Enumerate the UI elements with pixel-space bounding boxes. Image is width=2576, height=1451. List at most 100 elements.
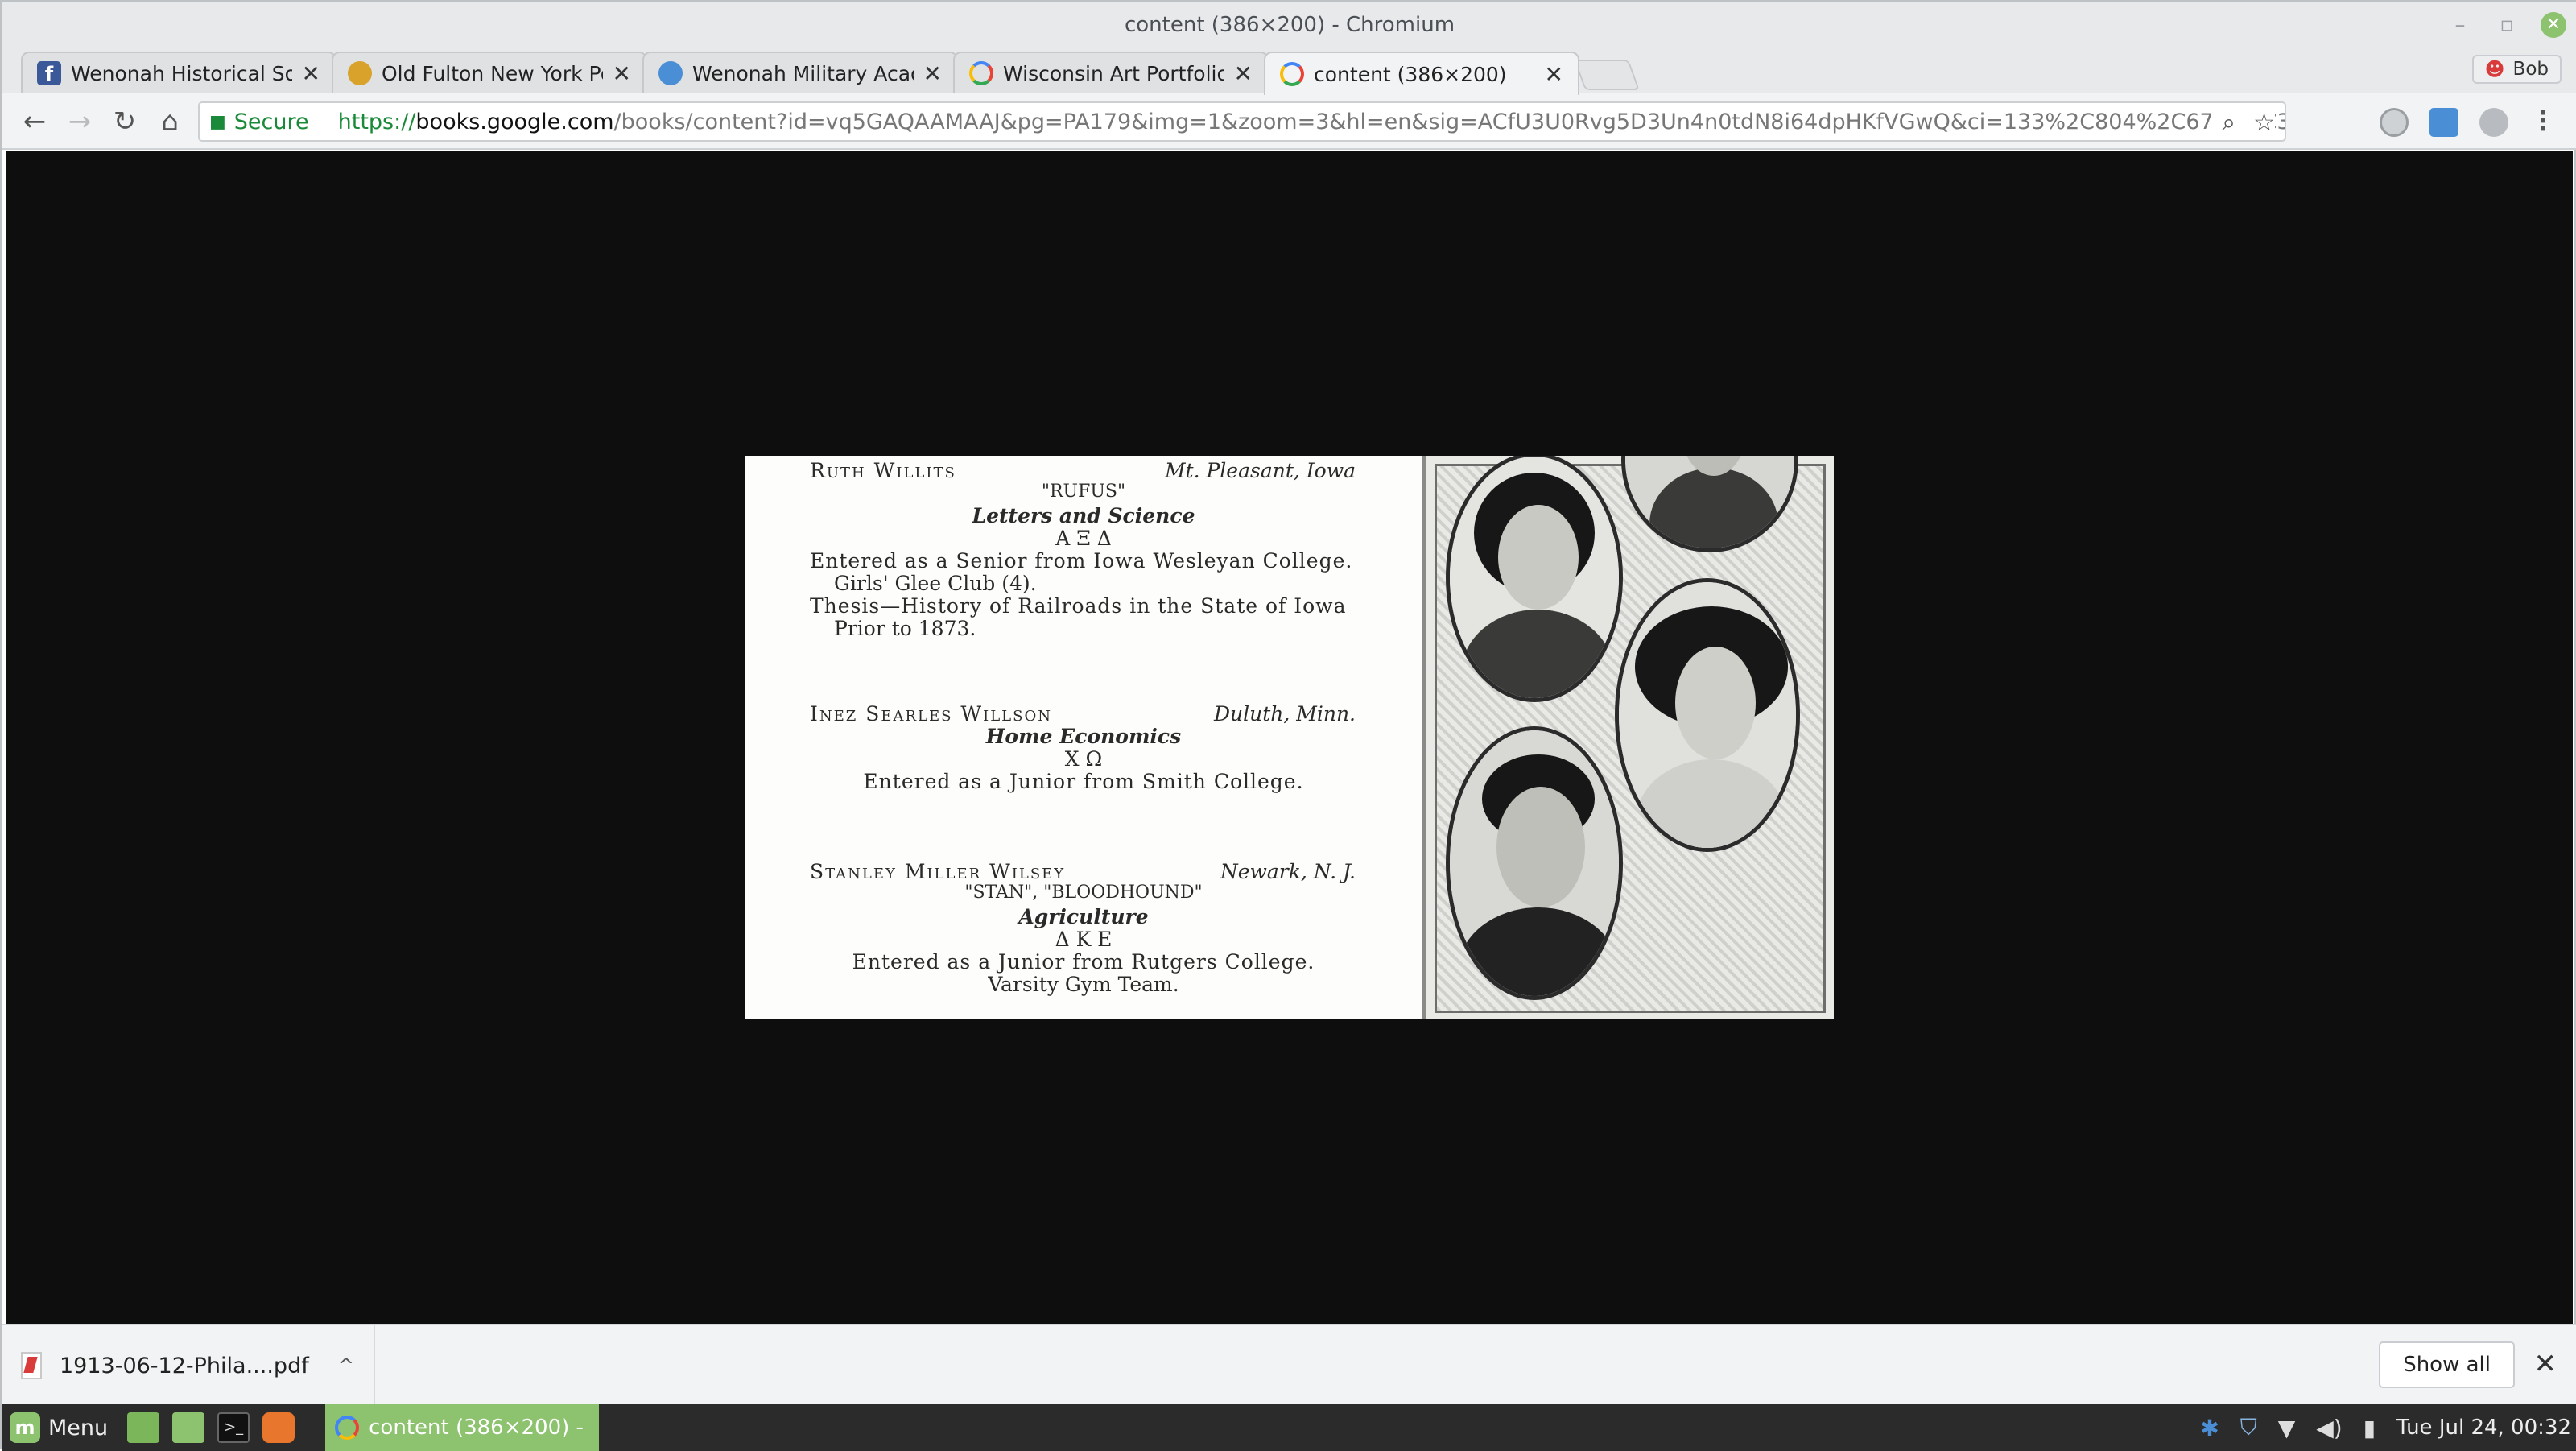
- entry-line: Varsity Gym Team.: [988, 973, 1179, 996]
- title-bar: content (386×200) - Chromium – ▫ ✕: [2, 2, 2576, 48]
- entry-course: Agriculture: [1018, 905, 1149, 928]
- entry-hometown: Duluth, Minn.: [1213, 702, 1356, 726]
- reload-button[interactable]: ↻: [108, 105, 142, 138]
- download-bar: 1913-06-12-Phila....pdf ^ Show all ✕: [2, 1324, 2576, 1406]
- taskbar-window-chromium[interactable]: content (386×200) - Chr...: [325, 1404, 600, 1451]
- toolbar: ← → ↻ ⌂ ■ Secure https:// books.google.c…: [2, 93, 2576, 150]
- clock[interactable]: Tue Jul 24, 00:32: [2396, 1416, 2571, 1440]
- entry-line: Prior to 1873.: [834, 617, 976, 640]
- profile-button[interactable]: ☻ Bob: [2471, 55, 2562, 84]
- tab-wenonah-historical[interactable]: f Wenonah Historical Soc ✕: [21, 52, 336, 93]
- browser-window: content (386×200) - Chromium – ▫ ✕ f Wen…: [0, 0, 2576, 1451]
- close-tab-icon[interactable]: ✕: [1545, 61, 1563, 88]
- bluetooth-icon[interactable]: ✱: [2200, 1415, 2219, 1441]
- files-icon[interactable]: [172, 1412, 205, 1443]
- home-button[interactable]: ⌂: [153, 105, 187, 138]
- entry-nickname: "STAN", "BLOODHOUND": [964, 883, 1203, 903]
- download-options-button[interactable]: ^: [338, 1354, 354, 1377]
- entry-nickname: "RUFUS": [1041, 482, 1126, 502]
- tab-label: Wenonah Military Acad: [692, 61, 914, 85]
- close-tab-icon[interactable]: ✕: [613, 60, 631, 87]
- tab-label: content (386×200): [1314, 62, 1507, 86]
- entry-line: Entered as a Senior from Iowa Wesleyan C…: [810, 549, 1353, 573]
- entry-fraternity: Α Ξ Δ: [1055, 527, 1112, 550]
- battery-icon[interactable]: ▮: [2363, 1415, 2376, 1441]
- tab-wisconsin-art[interactable]: Wisconsin Art Portfolio ✕: [953, 52, 1269, 93]
- entry-hometown: Mt. Pleasant, Iowa: [1164, 459, 1356, 482]
- google-icon: [1280, 62, 1304, 86]
- tab-label: Wisconsin Art Portfolio: [1003, 61, 1224, 85]
- system-tray: ✱ ⛉ ▼ ◀) ▮ Tue Jul 24, 00:32: [2200, 1404, 2571, 1451]
- volume-icon[interactable]: ◀): [2316, 1415, 2342, 1441]
- profile-name: Bob: [2512, 59, 2549, 80]
- url-scheme: https://: [337, 109, 416, 134]
- portrait-photo: [1446, 726, 1623, 1000]
- yearbook-text: Ruth Willits Mt. Pleasant, Iowa "RUFUS" …: [745, 456, 1422, 1019]
- tab-strip: f Wenonah Historical Soc ✕ Old Fulton Ne…: [2, 48, 2576, 95]
- globe-icon: [658, 61, 683, 85]
- firefox-icon[interactable]: [262, 1412, 295, 1443]
- tab-wenonah-military[interactable]: Wenonah Military Acad ✕: [642, 52, 958, 93]
- entry-line: Thesis—History of Railroads in the State…: [810, 594, 1347, 618]
- close-tab-icon[interactable]: ✕: [302, 60, 320, 87]
- close-tab-icon[interactable]: ✕: [923, 60, 942, 87]
- portrait-photo: [1446, 456, 1623, 702]
- portrait-photo: [1615, 578, 1800, 852]
- entry-name: Stanley Miller Wilsey: [810, 860, 1066, 883]
- bookmark-star-icon[interactable]: ☆: [2253, 109, 2275, 137]
- entry-course: Home Economics: [985, 725, 1182, 748]
- address-bar[interactable]: ■ Secure https:// books.google.com /book…: [198, 101, 2286, 142]
- secure-label: Secure: [233, 109, 309, 134]
- close-window-button[interactable]: ✕: [2541, 12, 2566, 38]
- wifi-icon[interactable]: ▼: [2278, 1415, 2296, 1441]
- shield-icon[interactable]: ⛉: [2240, 1414, 2257, 1441]
- entry-name: Inez Searles Willson: [810, 702, 1052, 726]
- profile-icon: ☻: [2484, 58, 2505, 81]
- entry-line: Entered as a Junior from Rutgers College…: [852, 950, 1315, 974]
- menu-label: Menu: [48, 1415, 109, 1441]
- window-title: content (386×200) - Chromium: [1124, 13, 1455, 37]
- mint-logo-icon: m: [10, 1412, 40, 1443]
- entry-hometown: Newark, N. J.: [1220, 860, 1356, 883]
- extension-icon[interactable]: [2429, 108, 2458, 137]
- url-path: /books/content?id=vq5GAQAAMAAJ&pg=PA179&…: [613, 109, 2286, 134]
- entry-fraternity: Χ Ω: [1064, 747, 1103, 771]
- entry-line: Girls' Glee Club (4).: [834, 572, 1037, 595]
- portrait-panel: [1422, 456, 1834, 1019]
- chromium-icon: [335, 1416, 360, 1440]
- tab-label: Wenonah Historical Soc: [71, 61, 292, 85]
- page-content: Ruth Willits Mt. Pleasant, Iowa "RUFUS" …: [6, 151, 2573, 1324]
- new-tab-button[interactable]: [1574, 60, 1640, 90]
- download-item[interactable]: 1913-06-12-Phila....pdf ^: [21, 1325, 375, 1406]
- zoom-icon[interactable]: ⌕: [2222, 109, 2235, 137]
- back-button[interactable]: ←: [18, 105, 52, 138]
- close-download-bar-button[interactable]: ✕: [2534, 1348, 2557, 1380]
- fish-icon: [348, 61, 372, 85]
- pdf-file-icon: [21, 1352, 42, 1379]
- extension-icon[interactable]: [2380, 108, 2409, 137]
- minimize-button[interactable]: –: [2447, 12, 2473, 38]
- taskbar-window-label: content (386×200) - Chr...: [369, 1416, 589, 1440]
- google-icon: [969, 61, 993, 85]
- show-desktop-icon[interactable]: [127, 1412, 160, 1443]
- menu-icon[interactable]: ⋮: [2529, 105, 2557, 137]
- entry-fraternity: Δ Κ Ε: [1055, 928, 1113, 951]
- scanned-book-image: Ruth Willits Mt. Pleasant, Iowa "RUFUS" …: [745, 456, 1834, 1019]
- tab-label: Old Fulton New York Po: [382, 61, 603, 85]
- close-tab-icon[interactable]: ✕: [1234, 60, 1253, 87]
- taskbar: m Menu >_ content (386×200) - Chr... ✱ ⛉…: [2, 1404, 2576, 1451]
- download-filename: 1913-06-12-Phila....pdf: [60, 1353, 309, 1379]
- tab-old-fulton[interactable]: Old Fulton New York Po ✕: [332, 52, 647, 93]
- tab-content-active[interactable]: content (386×200) ✕: [1264, 52, 1579, 95]
- show-all-button[interactable]: Show all: [2379, 1341, 2515, 1388]
- entry-line: Entered as a Junior from Smith College.: [863, 770, 1304, 793]
- lock-icon: ■: [209, 111, 226, 132]
- facebook-icon: f: [37, 61, 61, 85]
- entry-course: Letters and Science: [972, 504, 1195, 527]
- extension-icon[interactable]: [2479, 108, 2508, 137]
- restore-button[interactable]: ▫: [2494, 12, 2520, 38]
- forward-button[interactable]: →: [63, 105, 97, 138]
- portrait-photo: [1621, 456, 1798, 552]
- start-menu-button[interactable]: m Menu: [2, 1404, 121, 1451]
- terminal-icon[interactable]: >_: [217, 1412, 250, 1443]
